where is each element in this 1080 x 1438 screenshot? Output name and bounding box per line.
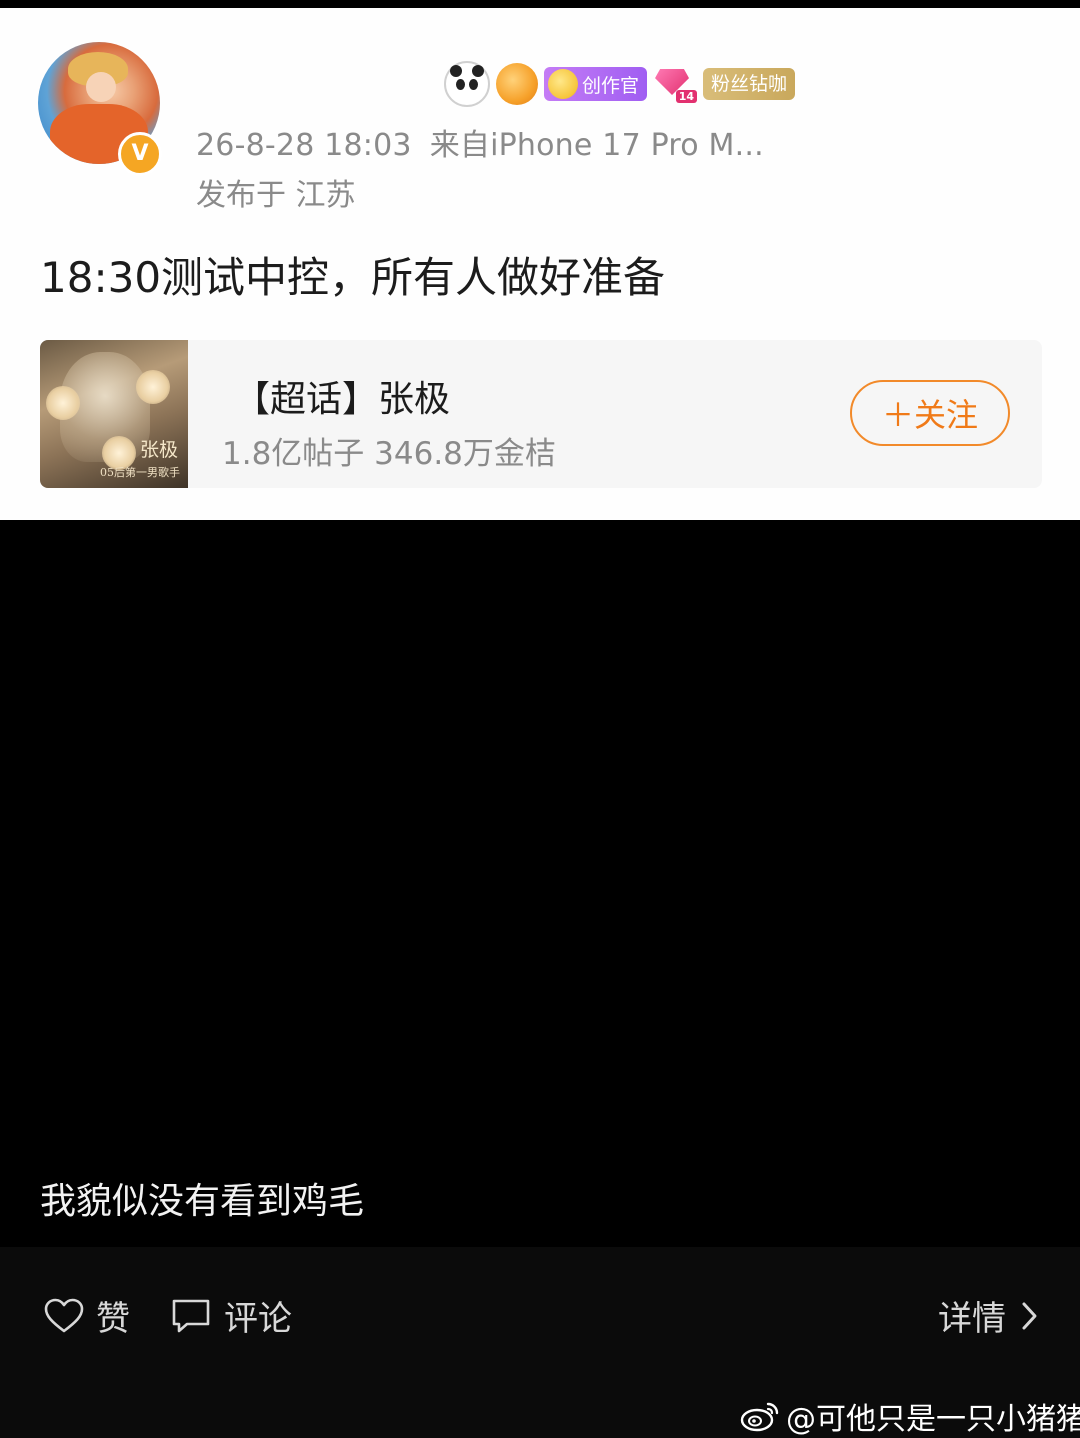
comment-button[interactable]: 评论 — [170, 1291, 292, 1340]
like-label: 赞 — [96, 1299, 130, 1339]
watermark: @可他只是一只小猪猪 — [740, 1394, 1080, 1438]
heart-icon — [44, 1298, 84, 1332]
creator-icon — [548, 69, 578, 99]
like-button[interactable]: 赞 — [44, 1291, 130, 1340]
detail-label: 详情 — [938, 1299, 1006, 1339]
super-topic-card[interactable]: 张极 05后第一男歌手 【超话】张极 1.8亿帖子 346.8万金桔 ＋关注 — [40, 340, 1042, 488]
avatar-face — [86, 72, 116, 102]
diamond-level: 14 — [675, 90, 698, 103]
post-location: 发布于 江苏 — [196, 178, 356, 213]
post-card: V 创作官 14 粉丝钻咖 26-8-28 18:03 来自iPhone 17 P… — [0, 8, 1080, 520]
fans-badge[interactable]: 粉丝钻咖 — [703, 68, 796, 100]
chevron-right-icon — [1022, 1302, 1037, 1329]
weibo-icon — [740, 1402, 779, 1432]
post-source: 来自iPhone 17 Pro M... — [429, 128, 764, 163]
thumbnail-subtitle: 05后第一男歌手 — [100, 466, 180, 479]
comment-icon — [172, 1299, 210, 1332]
post-text: 18:30测试中控，所有人做好准备 — [40, 253, 666, 302]
diamond-icon[interactable]: 14 — [653, 65, 698, 103]
watermark-text: @可他只是一只小猪猪 — [786, 1402, 1080, 1437]
caption-text: 我貌似没有看到鸡毛 — [40, 1181, 365, 1222]
comment-label: 评论 — [224, 1299, 292, 1339]
verified-icon: V — [118, 132, 162, 176]
follow-button[interactable]: ＋关注 — [850, 380, 1010, 446]
creator-badge-label: 创作官 — [582, 74, 640, 97]
user-badges: 创作官 14 粉丝钻咖 — [444, 61, 796, 107]
post-meta: 26-8-28 18:03 来自iPhone 17 Pro M... — [196, 120, 764, 164]
post-timestamp: 26-8-28 18:03 — [196, 128, 412, 163]
fish-icon[interactable] — [496, 63, 538, 105]
thumbnail-name: 张极 — [139, 439, 178, 461]
screen: V 创作官 14 粉丝钻咖 26-8-28 18:03 来自iPhone 17 P… — [0, 0, 1080, 1438]
topic-title: 【超话】张极 — [234, 379, 451, 420]
creator-badge[interactable]: 创作官 — [544, 67, 648, 101]
topic-stats: 1.8亿帖子 346.8万金桔 — [222, 436, 556, 472]
panda-icon[interactable] — [444, 61, 490, 107]
topic-thumbnail: 张极 05后第一男歌手 — [40, 340, 188, 488]
detail-button[interactable]: 详情 — [938, 1291, 1040, 1340]
